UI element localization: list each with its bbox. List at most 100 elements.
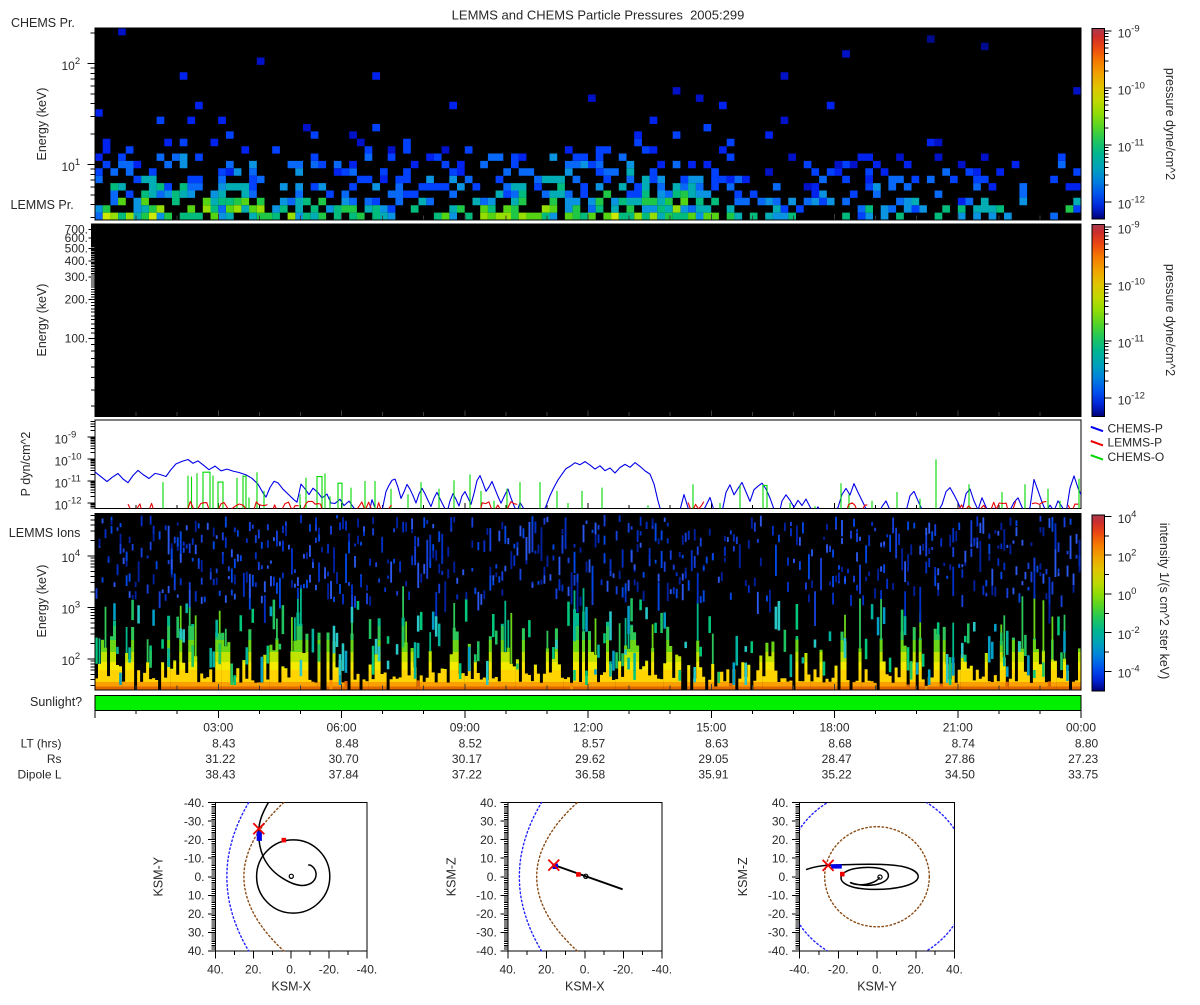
svg-text:38.43: 38.43 [205,768,235,782]
svg-text:8.52: 8.52 [459,737,483,751]
svg-text:103: 103 [62,600,81,617]
svg-text:20.: 20. [538,962,555,976]
svg-text:12:00: 12:00 [573,721,603,735]
svg-text:31.22: 31.22 [205,752,235,766]
svg-text:102: 102 [62,651,81,668]
svg-text:104: 104 [62,548,81,565]
svg-text:27.23: 27.23 [1068,752,1098,766]
svg-text:0.: 0. [872,962,882,976]
svg-text:35.91: 35.91 [698,768,728,782]
svg-text:30.70: 30.70 [329,752,359,766]
svg-text:10-10: 10-10 [55,451,82,468]
svg-text:-20.: -20. [613,962,634,976]
svg-text:20.: 20. [907,962,924,976]
svg-text:8.57: 8.57 [582,737,606,751]
svg-text:40.: 40. [188,944,205,958]
svg-text:LEMMS Pr.: LEMMS Pr. [11,198,74,212]
svg-text:20.: 20. [772,833,789,847]
svg-text:40.: 40. [946,962,963,976]
svg-text:-10.: -10. [184,851,205,865]
svg-text:-20.: -20. [184,833,205,847]
svg-text:KSM-X: KSM-X [565,980,605,994]
svg-text:-40.: -40. [184,796,205,810]
svg-text:Energy (keV): Energy (keV) [35,88,49,161]
svg-text:00:00: 00:00 [1066,721,1096,735]
svg-text:33.75: 33.75 [1068,768,1098,782]
svg-text:30.17: 30.17 [452,752,482,766]
svg-text:-40.: -40. [768,944,789,958]
svg-text:10-9: 10-9 [1118,219,1140,236]
svg-text:29.05: 29.05 [698,752,728,766]
svg-text:10-9: 10-9 [1118,23,1140,40]
svg-text:100.: 100. [65,332,88,346]
svg-text:-30.: -30. [184,814,205,828]
svg-text:-20.: -20. [768,907,789,921]
svg-text:30.: 30. [772,814,789,828]
svg-text:0.: 0. [487,870,497,884]
svg-text:10.: 10. [772,851,789,865]
svg-text:20.: 20. [245,962,262,976]
svg-text:KSM-Z: KSM-Z [445,857,459,896]
svg-text:-40.: -40. [476,944,497,958]
svg-text:0.: 0. [580,962,590,976]
svg-text:10-2: 10-2 [1118,625,1140,642]
svg-text:-40.: -40. [651,962,672,976]
svg-text:30.: 30. [188,926,205,940]
svg-text:LEMMS-P: LEMMS-P [1108,436,1163,450]
svg-text:200.: 200. [65,293,88,307]
svg-text:20.: 20. [480,833,497,847]
svg-text:29.62: 29.62 [575,752,605,766]
svg-text:10-12: 10-12 [1118,194,1145,211]
svg-text:Dipole L: Dipole L [17,768,61,782]
svg-text:10.: 10. [480,851,497,865]
svg-text:40.: 40. [480,796,497,810]
svg-text:KSM-Z: KSM-Z [736,857,750,896]
svg-text:300.: 300. [65,270,88,284]
svg-text:35.22: 35.22 [822,768,852,782]
svg-text:8.48: 8.48 [335,737,359,751]
svg-text:-30.: -30. [476,926,497,940]
svg-text:10-11: 10-11 [1118,137,1144,154]
svg-text:-40.: -40. [789,962,810,976]
svg-text:8.74: 8.74 [952,737,976,751]
svg-text:18:00: 18:00 [819,721,849,735]
svg-text:8.80: 8.80 [1075,737,1099,751]
svg-text:09:00: 09:00 [450,721,480,735]
svg-text:40.: 40. [499,962,516,976]
svg-text:101: 101 [62,157,81,174]
svg-text:-30.: -30. [768,926,789,940]
svg-text:intensity 1/(s cm^2 ster keV): intensity 1/(s cm^2 ster keV) [1157,523,1171,680]
svg-text:LT (hrs): LT (hrs) [21,737,62,751]
svg-text:100: 100 [1118,586,1137,603]
svg-text:10-10: 10-10 [1118,276,1145,293]
svg-text:CHEMS-O: CHEMS-O [1108,450,1165,464]
svg-text:03:00: 03:00 [203,721,233,735]
svg-text:37.22: 37.22 [452,768,482,782]
svg-text:-40.: -40. [357,962,378,976]
svg-text:-20.: -20. [476,907,497,921]
svg-text:36.58: 36.58 [575,768,605,782]
svg-text:10-12: 10-12 [55,495,82,512]
svg-text:40.: 40. [772,796,789,810]
svg-text:8.68: 8.68 [828,737,852,751]
svg-text:KSM-X: KSM-X [271,980,311,994]
svg-text:8.63: 8.63 [705,737,729,751]
svg-text:P dyn/cm^2: P dyn/cm^2 [19,432,33,497]
svg-text:-10.: -10. [768,888,789,902]
svg-text:21:00: 21:00 [943,721,973,735]
svg-text:Energy (keV): Energy (keV) [35,284,49,357]
svg-text:LEMMS Ions: LEMMS Ions [9,526,81,540]
svg-text:700.: 700. [65,222,88,236]
svg-text:40.: 40. [207,962,224,976]
svg-text:8.43: 8.43 [212,737,236,751]
svg-text:KSM-Y: KSM-Y [857,980,897,994]
svg-text:06:00: 06:00 [326,721,356,735]
svg-text:KSM-Y: KSM-Y [152,856,166,896]
svg-text:CHEMS-P: CHEMS-P [1108,422,1163,436]
svg-text:10-11: 10-11 [55,473,81,490]
svg-text:34.50: 34.50 [945,768,975,782]
svg-text:104: 104 [1118,509,1137,526]
svg-text:-10.: -10. [476,888,497,902]
svg-text:10.: 10. [188,888,205,902]
svg-text:10-12: 10-12 [1118,390,1145,407]
